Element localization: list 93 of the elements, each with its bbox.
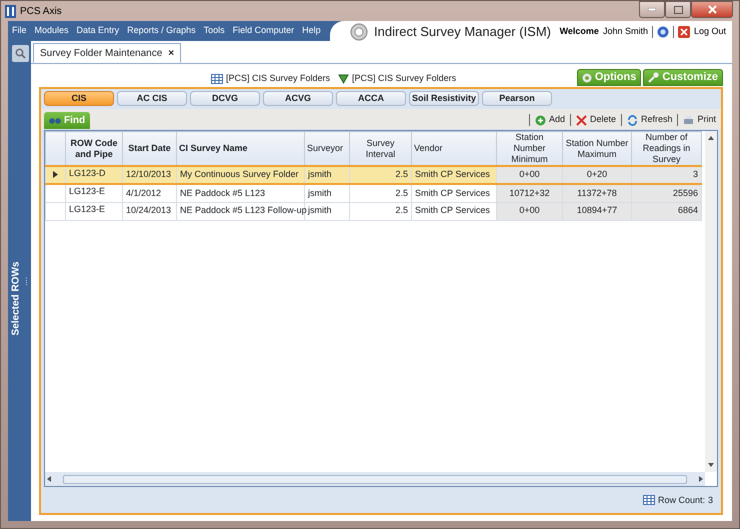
survey-tab[interactable]: CIS [44, 91, 114, 106]
menu-item[interactable]: Modules [30, 24, 73, 38]
app-title: Indirect Survey Manager (ISM) [374, 23, 552, 42]
print-button[interactable]: Print [681, 113, 718, 127]
minimize-icon [648, 8, 656, 11]
close-tab-button[interactable]: × [168, 46, 174, 60]
table-cell: Smith CP Services [412, 166, 496, 184]
table-cell: 12/10/2013 [122, 166, 176, 184]
close-icon [708, 5, 716, 14]
table-cell: 11372+78 [562, 184, 632, 202]
table-row[interactable]: LG123-E 10/24/2013 NE Paddock #5 L123 Follow-upjsmith 2.5 Smith CP Services 0+00 10894+77 6864 [46, 202, 702, 220]
column-header[interactable]: ROW Code and Pipe [66, 132, 122, 166]
table-icon [642, 495, 655, 506]
survey-tab[interactable]: AC CIS [117, 91, 187, 106]
table-cell: 3 [632, 166, 702, 184]
table-cell: 2.5 [350, 184, 412, 202]
table-cell: 6864 [632, 202, 702, 220]
table-cell: 10/24/2013 [122, 202, 176, 220]
table-cell: NE Paddock #5 L123 Follow-up [176, 202, 304, 220]
table-cell: 0+20 [562, 166, 632, 184]
sidebar-label[interactable]: Selected ROWs [8, 254, 24, 344]
column-header[interactable]: Station Number Maximum [562, 132, 632, 166]
menu-item[interactable]: File [8, 24, 31, 38]
search-button[interactable] [12, 45, 29, 62]
add-button[interactable]: Add [532, 113, 567, 127]
menu-item[interactable]: Field Computer [228, 24, 298, 38]
folder-link[interactable]: [PCS] CIS Survey Folders [352, 72, 456, 86]
maximize-icon [674, 6, 682, 14]
table-cell: NE Paddock #5 L123 [176, 184, 304, 202]
column-header[interactable]: Surveyor [304, 132, 350, 166]
horizontal-scrollbar[interactable] [45, 472, 705, 486]
document-tab[interactable]: Survey Folder Maintenance × [33, 43, 182, 63]
menu-item[interactable]: Data Entry [72, 24, 124, 38]
column-header[interactable]: Vendor [412, 132, 496, 166]
table-cell: 2.5 [350, 202, 412, 220]
logout-link[interactable]: Log Out [694, 25, 726, 39]
vertical-scrollbar[interactable] [705, 131, 717, 472]
window-title: PCS Axis [20, 4, 62, 18]
column-header[interactable]: Start Date [122, 132, 176, 166]
help-icon[interactable] [656, 26, 669, 38]
column-header[interactable]: Survey Interval [350, 132, 412, 166]
maximize-button[interactable] [665, 1, 691, 18]
menu-item[interactable]: Tools [200, 24, 229, 38]
table-icon [211, 74, 223, 84]
menu-item[interactable]: Reports / Graphs [123, 24, 200, 38]
table-cell: 10894+77 [562, 202, 632, 220]
table-cell: LG123-E [66, 184, 122, 202]
table-cell: My Continuous Survey Folder [176, 166, 304, 184]
survey-tab[interactable]: Soil Resistivity [409, 91, 479, 106]
user-name: John Smith [602, 25, 648, 38]
survey-tab[interactable]: DCVG [190, 91, 260, 106]
table-cell: 2.5 [350, 166, 412, 184]
welcome-label: Welcome [560, 25, 599, 38]
survey-tab[interactable]: Pearson [482, 91, 552, 106]
scroll-right-icon [697, 474, 705, 484]
column-header[interactable]: Station Number Minimum [496, 132, 562, 166]
table-cell: 4/1/2012 [122, 184, 176, 202]
table-cell: LG123-E [66, 202, 122, 220]
table-cell: 0+00 [496, 166, 562, 184]
table-cell: 25596 [632, 184, 702, 202]
table-cell: Smith CP Services [412, 202, 496, 220]
delete-button[interactable]: Delete [574, 113, 618, 127]
refresh-icon [626, 114, 638, 126]
row-count-value: 3 [708, 494, 713, 506]
table-cell: 0+00 [496, 202, 562, 220]
minimize-button[interactable] [639, 1, 665, 18]
table-row[interactable]: LG123-E 4/1/2012 NE Paddock #5 L123 jsmith 2.5 Smith CP Services 10712+32 11372+78 25596 [46, 184, 702, 202]
refresh-button[interactable]: Refresh [624, 113, 674, 127]
app-logo-icon [5, 4, 16, 18]
scroll-left-icon [45, 474, 53, 484]
close-button[interactable] [691, 1, 733, 18]
plus-icon [534, 114, 546, 126]
table-cell: jsmith [304, 184, 350, 202]
printer-icon [683, 114, 694, 126]
table-cell: LG123-D [66, 166, 122, 184]
survey-tab[interactable]: ACVG [263, 91, 333, 106]
logout-icon[interactable] [678, 26, 690, 38]
column-header[interactable]: CI Survey Name [176, 132, 304, 166]
table-cell: Smith CP Services [412, 184, 496, 202]
sidebar-more: .... [24, 277, 32, 286]
folder-link[interactable]: [PCS] CIS Survey Folders [226, 72, 330, 86]
row-pointer-icon [53, 171, 58, 178]
row-count-label: Row Count: [658, 494, 705, 506]
table-cell: jsmith [304, 166, 350, 184]
delete-icon [576, 114, 587, 126]
triangle-icon [338, 74, 350, 84]
binoculars-icon [49, 116, 61, 125]
column-header[interactable]: Number of Readings in Survey [632, 132, 702, 166]
wrench-icon [648, 72, 660, 83]
menu-item[interactable]: Help [298, 24, 325, 38]
table-cell: 10712+32 [496, 184, 562, 202]
survey-tab[interactable]: ACCA [336, 91, 406, 106]
table-row[interactable]: LG123-D 12/10/2013 My Continuous Survey Folder jsmith 2.5 Smith CP Services 0+00 0+20 3 [46, 166, 702, 184]
